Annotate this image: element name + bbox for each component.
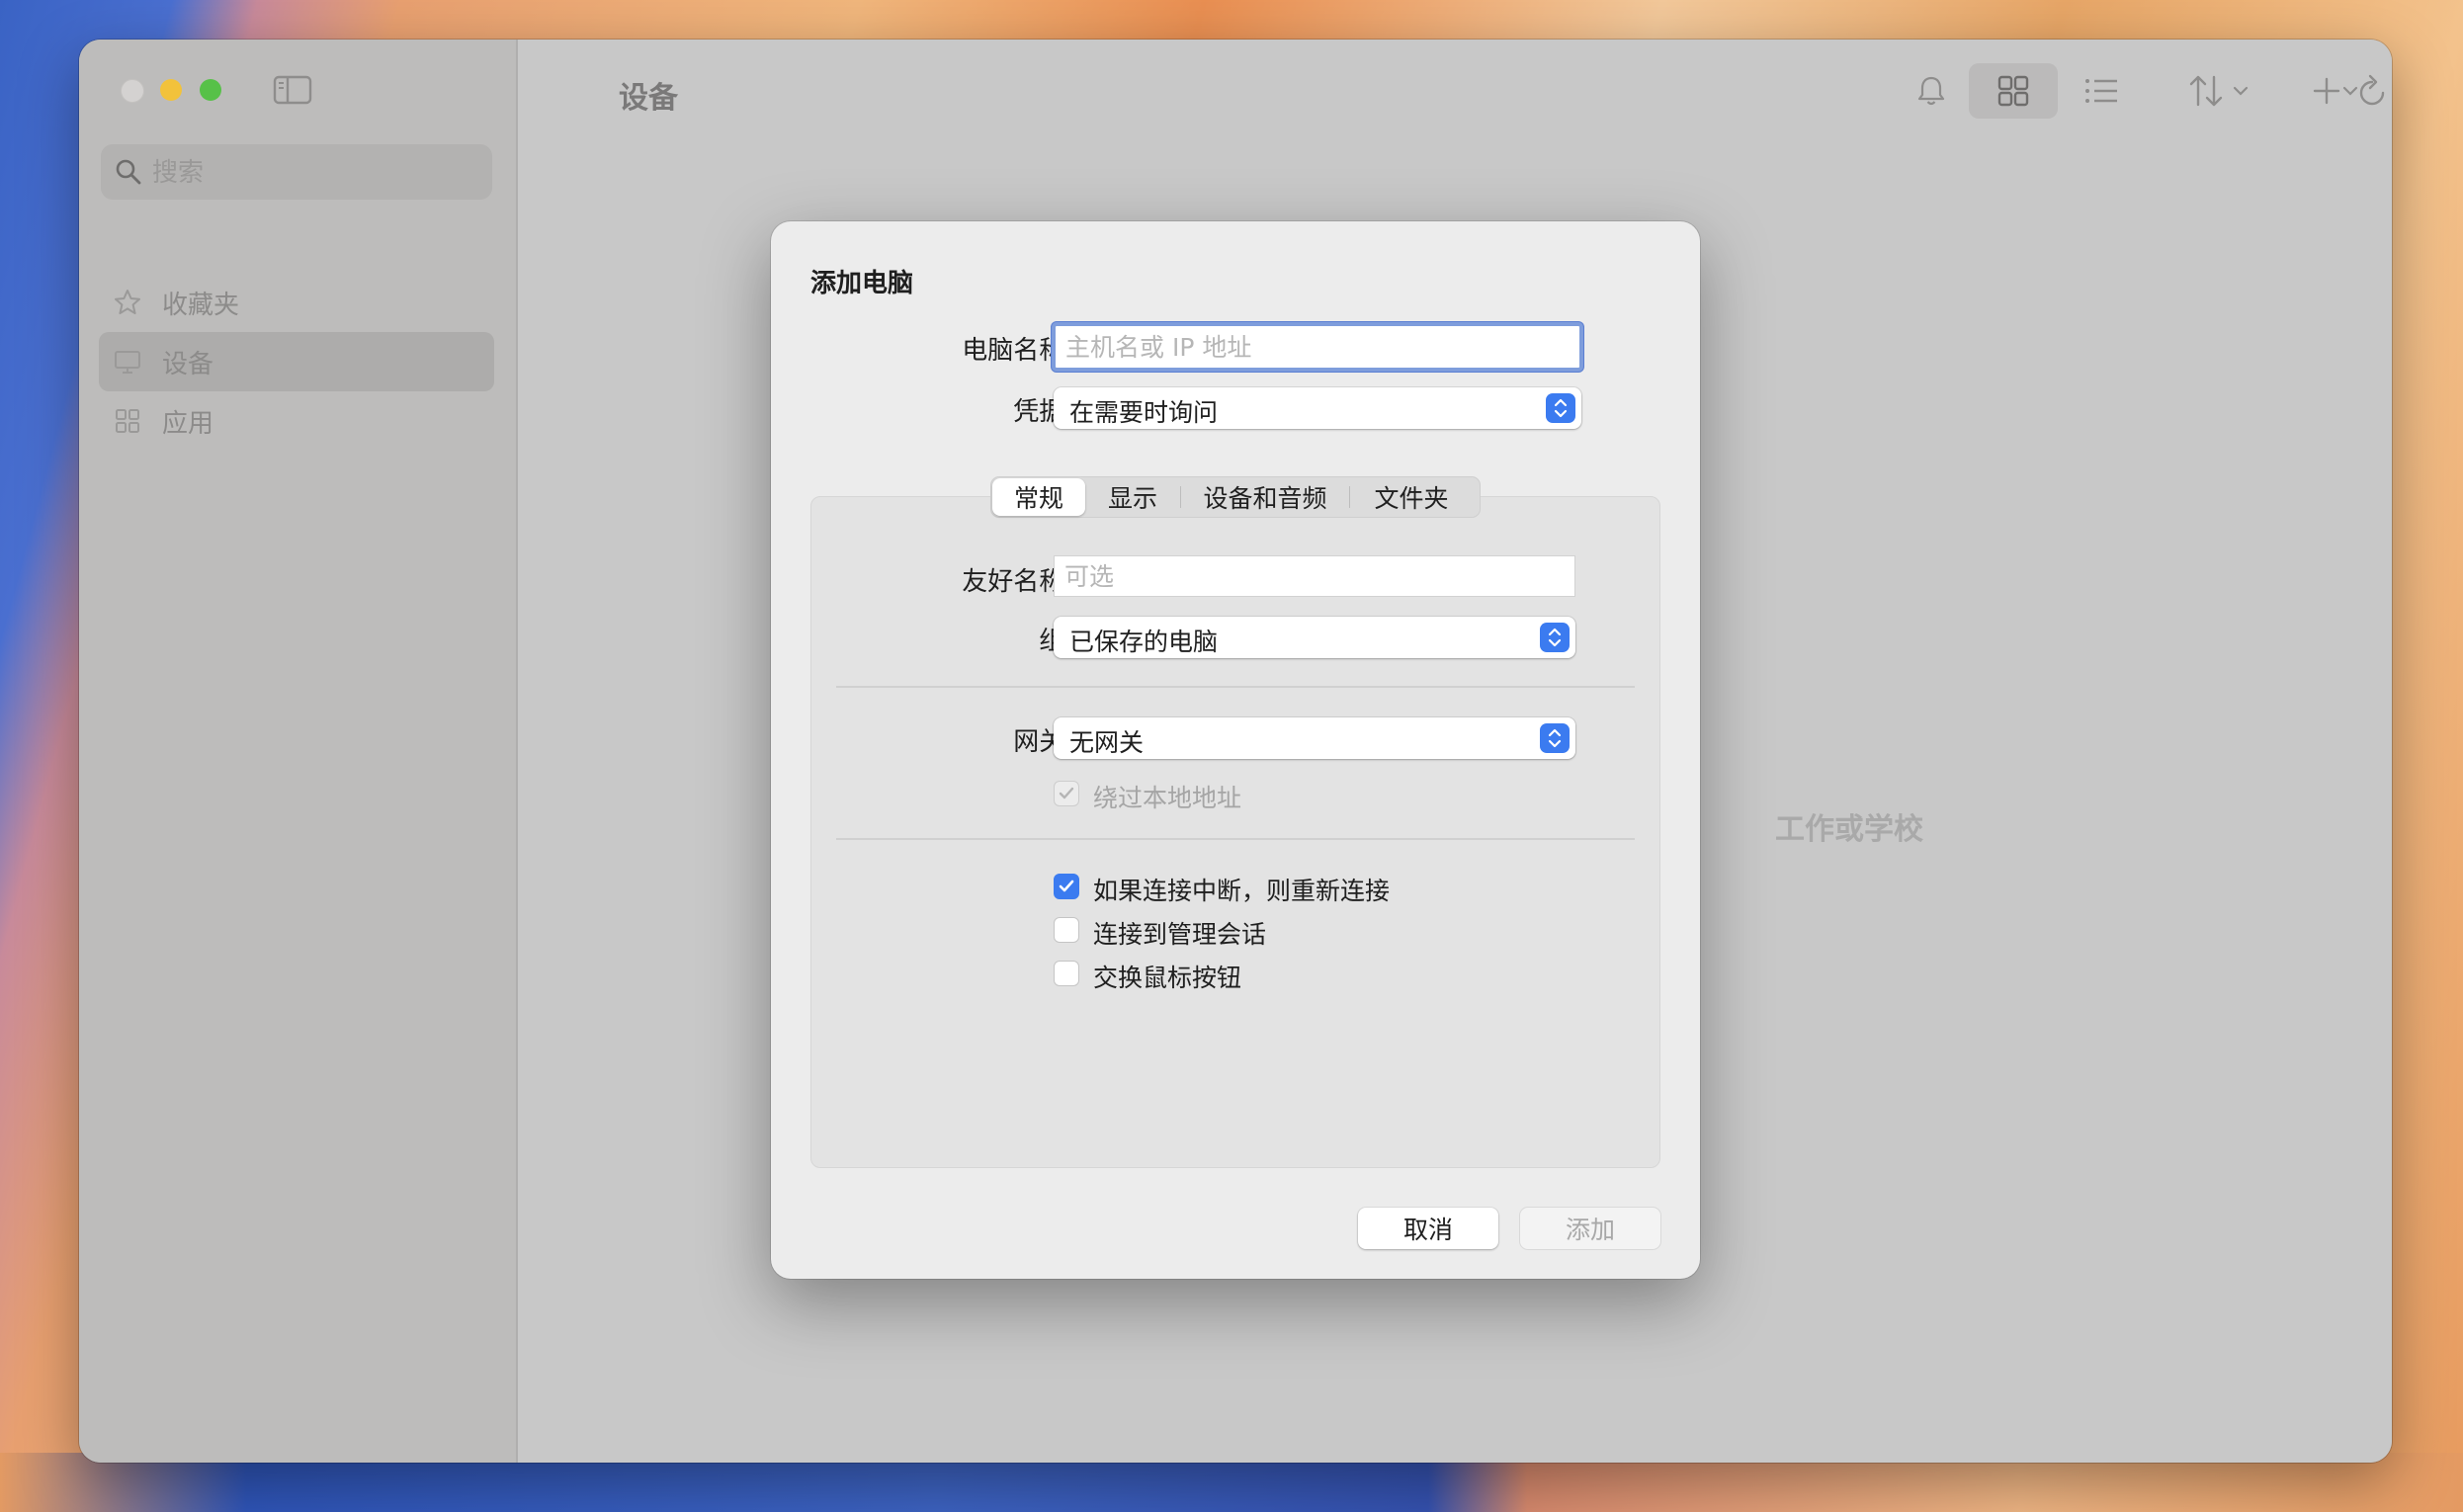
add-button[interactable]: 添加 (1520, 1208, 1660, 1249)
bypass-local-label: 绕过本地地址 (1093, 784, 1242, 812)
chevron-updown-icon (1546, 393, 1575, 423)
group-label: 组: (777, 621, 1073, 657)
admin-session-label: 连接到管理会话 (1093, 920, 1267, 949)
sidebar-item-label: 设备 (162, 349, 214, 379)
credentials-select[interactable]: 在需要时询问 (1054, 387, 1581, 429)
maximize-window-button[interactable] (200, 79, 221, 101)
list-view-button[interactable] (2062, 63, 2141, 119)
chevron-updown-icon (1540, 723, 1570, 753)
checkmark-icon (1059, 787, 1074, 799)
sidebar-item-label: 应用 (162, 408, 214, 439)
tab-general[interactable]: 常规 (992, 478, 1085, 516)
chevron-updown-icon (1540, 623, 1570, 652)
sidebar-item-devices[interactable]: 设备 (99, 332, 494, 391)
bell-icon (1917, 76, 1945, 106)
reconnect-checkbox[interactable] (1054, 874, 1079, 899)
group-value: 已保存的电脑 (1069, 628, 1219, 656)
search-input[interactable] (150, 152, 480, 194)
monitor-icon (111, 345, 144, 378)
dialog-title: 添加电脑 (810, 269, 914, 298)
grid-view-button[interactable] (1969, 63, 2058, 119)
tab-display[interactable]: 显示 (1085, 478, 1180, 516)
sidebar: 收藏夹 设备 应用 (79, 40, 518, 1463)
gateway-label: 网关: (1013, 727, 1073, 757)
checkmark-icon (1059, 880, 1074, 892)
apps-grid-icon (111, 404, 144, 438)
star-icon (111, 286, 144, 319)
reconnect-label: 如果连接中断，则重新连接 (1093, 877, 1391, 905)
plus-icon (2313, 77, 2340, 105)
add-pc-dialog: 添加电脑 电脑名称: 凭据: 在需要时询问 常规 显示 设备和音频 文件夹 友好… (771, 221, 1700, 1279)
sidebar-toggle-icon[interactable] (273, 75, 312, 105)
sidebar-item-apps[interactable]: 应用 (99, 391, 494, 451)
credentials-value: 在需要时询问 (1069, 398, 1219, 427)
swap-mouse-label: 交换鼠标按钮 (1093, 964, 1242, 992)
close-window-button[interactable] (121, 79, 144, 103)
pc-name-input[interactable] (1052, 322, 1583, 372)
search-field[interactable] (101, 144, 492, 200)
bypass-local-checkbox[interactable] (1054, 781, 1079, 806)
refresh-icon (2359, 74, 2385, 106)
minimize-window-button[interactable] (160, 79, 182, 101)
sort-arrows-icon (2189, 75, 2223, 107)
friendly-name-input[interactable] (1054, 555, 1575, 597)
refresh-button[interactable] (2342, 63, 2392, 119)
grid-view-icon (1997, 75, 2029, 107)
sort-menu-button[interactable] (2174, 63, 2263, 119)
list-view-icon (2085, 79, 2117, 103)
group-select[interactable]: 已保存的电脑 (1054, 617, 1575, 658)
gateway-select[interactable]: 无网关 (1054, 717, 1575, 759)
pc-name-label: 电脑名称: (962, 336, 1073, 366)
friendly-name-label: 友好名称: (962, 567, 1073, 597)
sidebar-item-label: 收藏夹 (162, 290, 240, 320)
chevron-down-icon (2233, 86, 2249, 96)
credentials-label: 凭据: (1013, 397, 1073, 427)
search-icon (116, 159, 141, 185)
notifications-button[interactable] (1902, 63, 1961, 119)
cancel-button[interactable]: 取消 (1358, 1208, 1498, 1249)
tab-folders[interactable]: 文件夹 (1350, 478, 1473, 516)
page-title: 设备 (619, 81, 678, 116)
admin-session-checkbox[interactable] (1054, 917, 1079, 943)
gateway-value: 无网关 (1069, 728, 1145, 757)
swap-mouse-checkbox[interactable] (1054, 961, 1079, 986)
section-divider (836, 686, 1635, 688)
sidebar-item-favorites[interactable]: 收藏夹 (99, 273, 494, 332)
empty-state-hint: 工作或学校 (1775, 812, 1923, 847)
tab-bar: 常规 显示 设备和音频 文件夹 (990, 476, 1481, 518)
tab-devices-audio[interactable]: 设备和音频 (1181, 478, 1349, 516)
section-divider (836, 838, 1635, 840)
